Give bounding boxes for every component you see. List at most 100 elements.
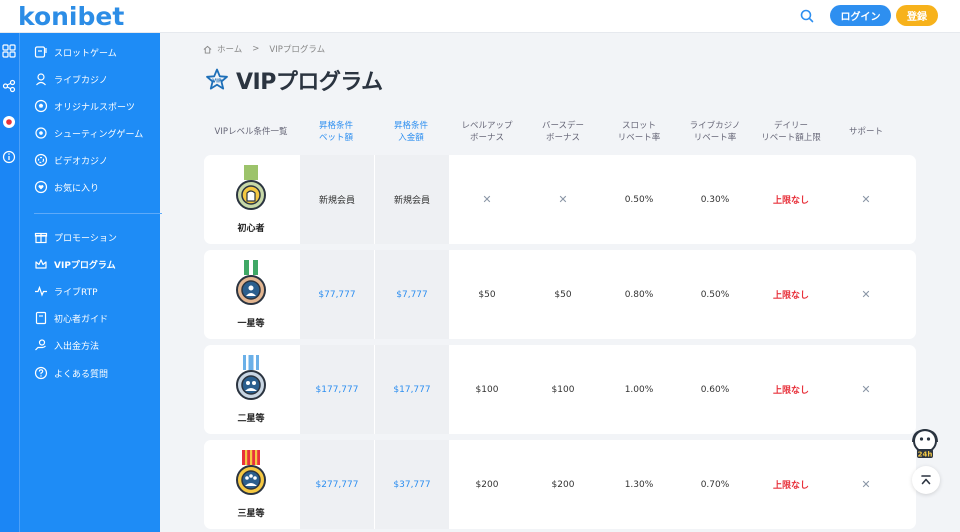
birthday-bonus: $50 [554, 289, 572, 300]
page-heading: VIPプログラム [236, 70, 383, 95]
header-slot-rebate: スロット リベート率 [601, 120, 677, 144]
deposit-requirement: $17,777 [393, 384, 431, 395]
levelup-bonus: $200 [475, 479, 499, 490]
back-to-top-button[interactable] [912, 466, 940, 494]
sidebar-item-shooting-games[interactable]: シューティングゲーム [34, 123, 143, 143]
header-label: 昇格条件 [318, 121, 353, 131]
sidebar-item-label: 入出金方法 [54, 341, 100, 352]
sidebar-item-original-sports[interactable]: オリジナルスポーツ [34, 96, 135, 116]
three-star-medal-icon [236, 450, 266, 495]
breadcrumb-home[interactable]: ホーム [217, 43, 242, 55]
sidebar-rail [0, 33, 20, 532]
bet-requirement: $77,777 [318, 289, 356, 300]
breadcrumb: ホーム > VIPプログラム [203, 43, 325, 55]
support: ✕ [861, 193, 871, 206]
header-label: リベート額上限 [761, 133, 821, 143]
header-label: デイリー [773, 121, 808, 131]
sidebar-item-slot-games[interactable]: スロットゲーム [34, 42, 117, 62]
dealer-icon [36, 73, 46, 86]
question-icon [34, 366, 48, 380]
table-row: 二星等 $177,777 $17,777 $100 $100 1.00% 0.6… [204, 345, 916, 434]
rank-cell: 初心者 [204, 155, 298, 244]
breadcrumb-current: VIPプログラム [269, 45, 326, 55]
search-icon[interactable] [799, 8, 815, 24]
header-label: スロット [621, 121, 656, 131]
rank-name: 三星等 [237, 509, 265, 519]
header-label: VIPレベル条件一覧 [214, 127, 288, 137]
header-support: サポート [829, 126, 903, 138]
header-label: ベット額 [318, 133, 353, 143]
header-live-rebate: ライブカジノ リベート率 [677, 120, 753, 144]
sidebar-item-label: ライブRTP [54, 287, 98, 298]
levelup-bonus: $50 [478, 289, 496, 300]
sidebar-item-label: オリジナルスポーツ [54, 102, 135, 113]
daily-limit: 上限なし [772, 481, 809, 491]
register-button[interactable]: 登録 [896, 5, 938, 26]
table-row: 三星等 $277,777 $37,777 $200 $200 1.30% 0.7… [204, 440, 916, 529]
chevron-up-icon [921, 475, 931, 485]
hand-coin-icon [35, 339, 46, 351]
deposit-requirement: 新規会員 [393, 196, 430, 206]
sidebar-item-deposit-withdrawal[interactable]: 入出金方法 [34, 335, 99, 355]
table-row: 一星等 $77,777 $7,777 $50 $50 0.80% 0.50% 上… [204, 250, 916, 339]
header-deposit-requirement: 昇格条件 入金額 [374, 120, 448, 144]
slot-icon [34, 46, 47, 58]
support-24h-icon[interactable]: 24h [908, 426, 942, 460]
slot-rebate: 1.30% [624, 479, 654, 490]
bet-requirement: $277,777 [315, 479, 359, 490]
sidebar: スロットゲーム ライブカジノ オリジナルスポーツ シューティングゲーム ビデオカ… [20, 33, 162, 532]
target-icon [35, 127, 47, 139]
japan-flag-icon[interactable] [2, 115, 16, 129]
levelup-bonus: $100 [475, 384, 499, 395]
levelup-bonus: ✕ [482, 193, 492, 206]
rank-name: 二星等 [237, 414, 265, 424]
home-icon [203, 45, 212, 54]
slot-rebate: 0.50% [624, 194, 654, 205]
sidebar-item-video-casino[interactable]: ビデオカジノ [34, 150, 108, 170]
header-daily-limit: デイリーリベート額上限 [751, 120, 831, 144]
deposit-requirement: $7,777 [396, 289, 428, 300]
konibet-logo[interactable]: konibet [18, 2, 124, 31]
book-icon [35, 311, 47, 325]
live-rebate: 0.60% [700, 384, 730, 395]
beginner-medal-icon [236, 165, 266, 210]
slot-rebate: 0.80% [624, 289, 654, 300]
heart-icon [34, 180, 48, 194]
live-rebate: 0.50% [700, 289, 730, 300]
live-rebate: 0.30% [700, 194, 730, 205]
sidebar-item-vip-program[interactable]: VIPプログラム [34, 254, 116, 274]
login-button[interactable]: ログイン [830, 5, 891, 26]
vip-badge: VIP [212, 78, 222, 84]
sidebar-item-beginner-guide[interactable]: 初心者ガイド [34, 308, 108, 328]
ball-icon [34, 99, 48, 113]
header-vip-level: VIPレベル条件一覧 [204, 126, 298, 138]
header-birthday-bonus: バースデー ボーナス [525, 120, 601, 144]
sidebar-item-promotions[interactable]: プロモーション [34, 227, 117, 247]
rank-name: 一星等 [237, 319, 265, 329]
header-label: リベート率 [617, 133, 661, 143]
birthday-bonus: $100 [551, 384, 575, 395]
bet-requirement: 新規会員 [318, 196, 355, 206]
daily-limit: 上限なし [772, 291, 809, 301]
grid-icon[interactable] [2, 44, 16, 58]
sidebar-item-label: よくある質問 [54, 369, 109, 380]
crown-icon [35, 259, 47, 269]
support: ✕ [861, 478, 871, 491]
sidebar-item-label: スロットゲーム [54, 48, 117, 59]
gift-icon [34, 232, 48, 244]
pulse-icon [35, 285, 47, 297]
header-label: ボーナス [545, 133, 580, 143]
rank-cell: 二星等 [204, 345, 298, 434]
vip-star-icon: VIP [206, 68, 228, 90]
header-label: ライブカジノ [689, 121, 741, 131]
rank-name: 初心者 [237, 224, 265, 234]
info-icon[interactable] [2, 150, 16, 164]
sidebar-item-live-rtp[interactable]: ライブRTP [34, 281, 98, 301]
bet-requirement: $177,777 [315, 384, 359, 395]
sidebar-item-live-casino[interactable]: ライブカジノ [34, 69, 108, 89]
sidebar-item-favorites[interactable]: お気に入り [34, 177, 99, 197]
deposit-requirement: $37,777 [393, 479, 431, 490]
share-icon[interactable] [2, 79, 16, 93]
sidebar-item-faq[interactable]: よくある質問 [34, 363, 108, 383]
table-row: 初心者 新規会員 新規会員 ✕ ✕ 0.50% 0.30% 上限なし ✕ [204, 155, 916, 244]
